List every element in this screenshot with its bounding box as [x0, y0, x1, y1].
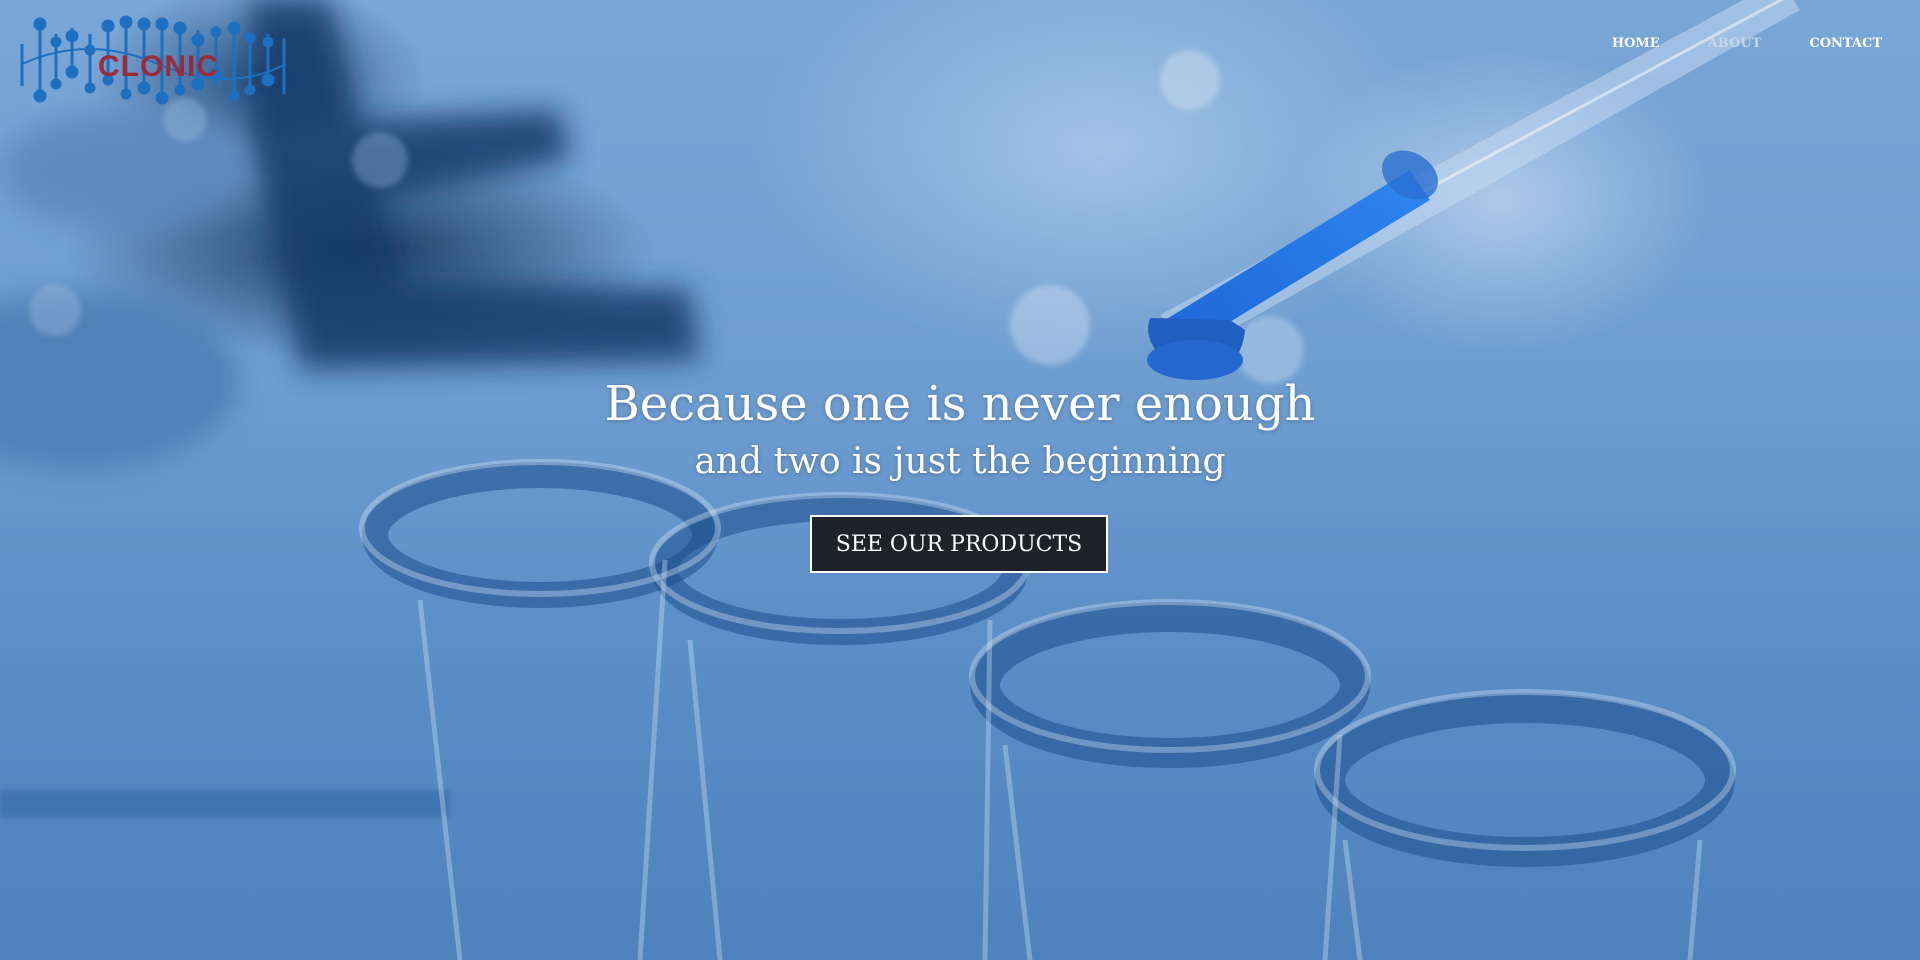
brand-logo[interactable]: CLONIC — [18, 14, 293, 110]
nav-about-link[interactable]: ABOUT — [1708, 36, 1762, 51]
logo-text: CLONIC — [98, 50, 219, 83]
nav-contact-link[interactable]: CONTACT — [1809, 36, 1882, 51]
hero-headline: Because one is never enough — [604, 376, 1316, 432]
nav-home-link[interactable]: HOME — [1612, 36, 1660, 51]
hero-subheadline: and two is just the beginning — [694, 441, 1226, 482]
main-nav: HOME ABOUT CONTACT — [1612, 36, 1882, 51]
see-our-products-button[interactable]: SEE OUR PRODUCTS — [810, 515, 1108, 573]
hero-section: CLONIC HOME ABOUT CONTACT Because one is… — [0, 0, 1920, 960]
